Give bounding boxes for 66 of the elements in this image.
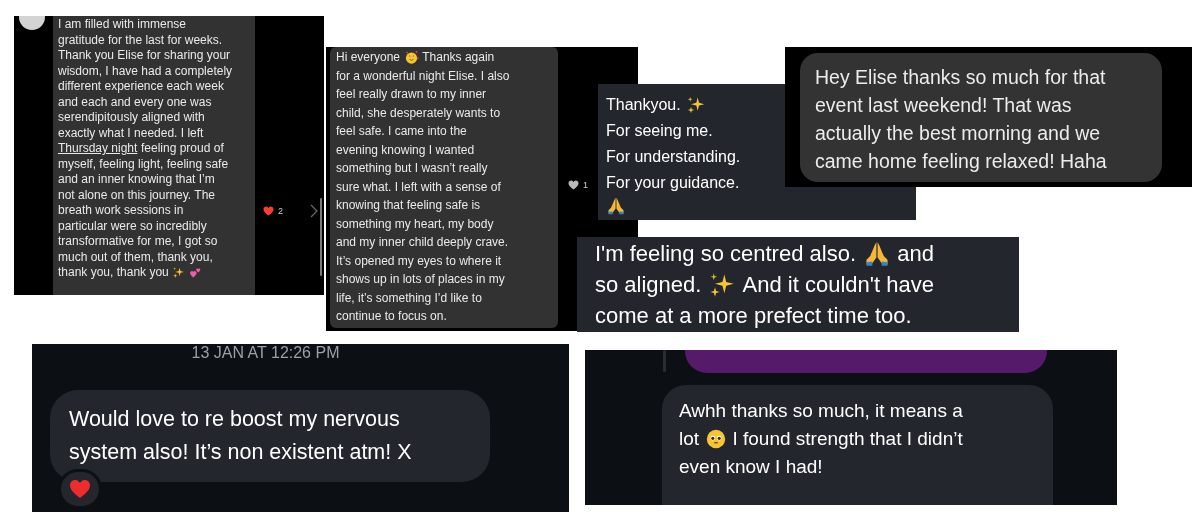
message-text: evening knowing I wanted <box>336 141 475 159</box>
message-text: Would love to re boost my nervous <box>69 406 400 433</box>
message-text: knowing that feeling safe is <box>336 197 481 214</box>
heart-icon[interactable] <box>263 206 274 216</box>
reply-line <box>663 350 666 372</box>
message-text: Hi everyone <box>336 49 401 66</box>
message-text: I am filled with immense <box>58 17 187 33</box>
message-text: and my inner child deeply crave. <box>336 234 509 251</box>
message-text: come at a more prefect time too. <box>595 302 912 330</box>
message-text: myself, feeling light, feeling safe <box>58 156 229 172</box>
message-text: and <box>897 240 934 268</box>
message-text: feel really drawn to my inner <box>336 86 487 103</box>
message-text: not alone on this journey. The <box>58 187 215 203</box>
message-text: so aligned. <box>595 271 702 299</box>
smiling-face-icon <box>403 49 419 65</box>
message-text: something my heart, my body <box>336 215 494 233</box>
message-text: and each and every one was <box>58 94 212 110</box>
message-text: I found strength that I didn’t <box>732 427 963 451</box>
message-text: breath work sessions in <box>58 203 184 219</box>
message-text: Awhh thanks so much, it means a <box>679 399 963 423</box>
like-count: 2 <box>278 206 283 216</box>
message-text: Thanks again <box>422 49 495 66</box>
message-text: feel safe. I came into the <box>336 123 467 140</box>
pleading-face-icon <box>704 428 727 450</box>
message-text: came home feeling relaxed! Haha <box>815 149 1107 174</box>
message-text: child, she desperately wants to <box>336 104 501 122</box>
message-text: different experience each week <box>58 79 224 95</box>
chevron-right-icon[interactable] <box>310 204 318 218</box>
message-text: wisdom, I have had a completely <box>58 63 233 79</box>
scrollbar[interactable] <box>320 198 322 276</box>
message-text: lot <box>679 427 700 451</box>
heart-icon[interactable] <box>568 180 579 190</box>
message-text: system also! It’s non existent atm! X <box>69 439 412 466</box>
message-text: shows up in lots of places in my <box>336 271 505 288</box>
message-text: even know I had! <box>679 455 823 479</box>
message-text: feeling proud of <box>141 141 224 157</box>
message-text: It’s opened my eyes to where it <box>336 252 502 270</box>
message-text: life, it’s something I’d like to <box>336 289 482 307</box>
text-link[interactable]: Thursday night <box>58 141 138 157</box>
message-text: sure what. I left with a sense of <box>336 178 501 196</box>
message-text: For your guidance. <box>606 173 740 193</box>
message-text: transformative for me, I got so <box>58 234 218 250</box>
message-text: serendipitously aligned with <box>58 110 205 126</box>
message-text: Hey Elise thanks so much for that <box>815 65 1106 90</box>
message-text: for a wonderful night Elise. I also <box>336 67 510 85</box>
message-text: For seeing me. <box>606 121 713 141</box>
message-text: I'm feeling so centred also. <box>595 240 856 268</box>
timestamp: 13 JAN AT 12:26 PM <box>191 344 340 362</box>
message-text: For understanding. <box>606 147 741 167</box>
message-text: actually the best morning and we <box>815 121 1101 146</box>
like-count: 1 <box>583 180 588 190</box>
message-text: Thank you Elise for sharing your <box>58 48 231 64</box>
message-text: gratitude for the last for weeks. <box>58 32 223 48</box>
message-text: thank you, thank you <box>58 265 169 281</box>
message-text: exactly what I needed. I left <box>58 125 204 141</box>
message-text: something but I wasn’t really <box>336 160 488 177</box>
message-text: and an inner knowing that I’m <box>58 172 215 188</box>
message-text: event last weekend! That was <box>815 93 1072 118</box>
two-hearts-icon <box>188 266 202 280</box>
message-text: Thankyou. <box>606 95 681 115</box>
message-text: much out of them, thank you, <box>58 249 213 265</box>
message-text: continue to focus on. <box>336 308 447 325</box>
message-text: And it couldn't have <box>742 271 934 299</box>
heart-icon <box>69 479 91 499</box>
praying-hands-icon <box>606 196 626 216</box>
message-text: particular were so incredibly <box>58 218 207 234</box>
